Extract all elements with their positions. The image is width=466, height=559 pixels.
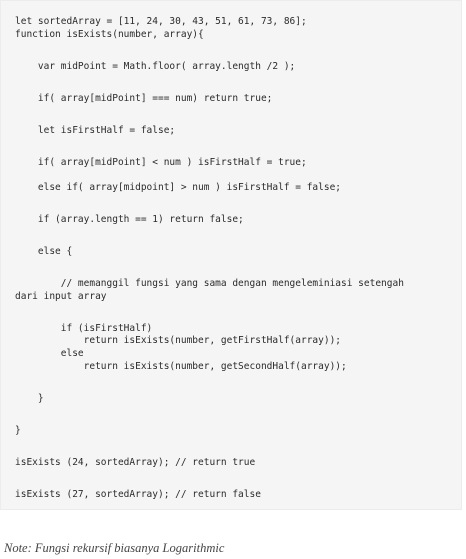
code-line: if( array[midPoint] < num ) isFirstHalf … <box>15 157 307 168</box>
code-line: if( array[midPoint] === num) return true… <box>15 93 273 104</box>
code-line: // memanggil fungsi yang sama dengan men… <box>15 278 404 289</box>
code-block: let sortedArray = [11, 24, 30, 43, 51, 6… <box>0 0 462 510</box>
code-line: if (array.length == 1) return false; <box>15 214 244 225</box>
code-line: return isExists(number, getSecondHalf(ar… <box>15 361 347 372</box>
code-line: var midPoint = Math.floor( array.length … <box>15 61 296 72</box>
code-line: isExists (24, sortedArray); // return tr… <box>15 457 256 468</box>
code-line: let isFirstHalf = false; <box>15 125 176 136</box>
note-caption: Note: Fungsi rekursif biasanya Logarithm… <box>4 541 225 555</box>
code-line: function isExists(number, array){ <box>15 29 204 40</box>
code-line: dari input array <box>15 291 107 302</box>
code-line: else { <box>15 246 73 257</box>
code-line: isExists (27, sortedArray); // return fa… <box>15 489 261 500</box>
code-line: else if( array[midpoint] > num ) isFirst… <box>15 182 342 193</box>
code-line: else <box>15 348 84 359</box>
code-line: return isExists(number, getFirstHalf(arr… <box>15 335 342 346</box>
code-line: } <box>15 425 21 436</box>
code-line: } <box>15 393 44 404</box>
code-line: let sortedArray = [11, 24, 30, 43, 51, 6… <box>15 16 307 27</box>
